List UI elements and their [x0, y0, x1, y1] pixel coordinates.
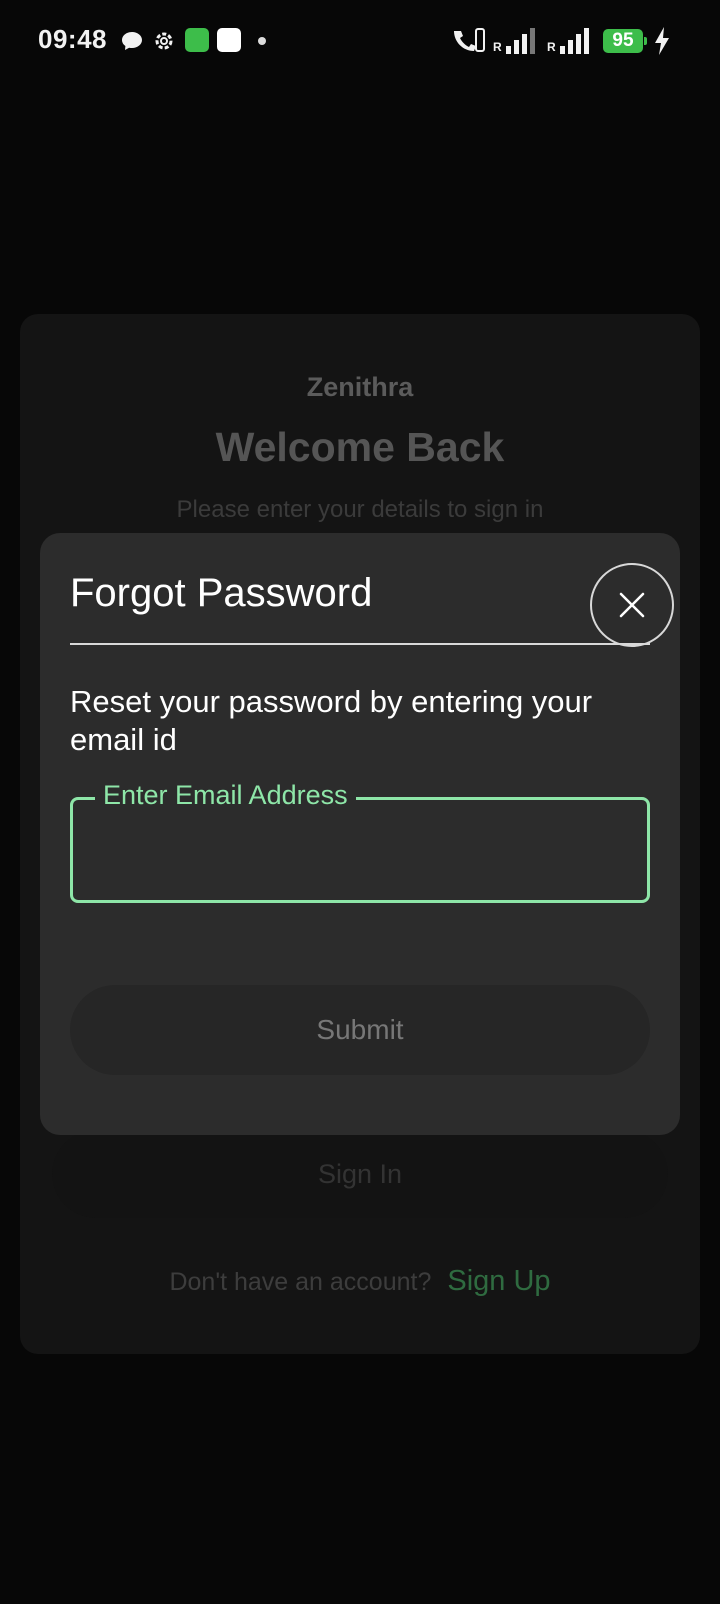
roaming-indicator: R	[493, 40, 502, 54]
close-button[interactable]	[590, 563, 674, 647]
close-icon	[619, 592, 645, 618]
dialog-title: Forgot Password	[70, 571, 373, 615]
battery-indicator: 95	[603, 29, 647, 53]
status-time: 09:48	[38, 24, 107, 54]
notification-dot	[258, 37, 266, 45]
dialog-divider	[70, 643, 650, 645]
wifi-calling-icon	[454, 28, 485, 52]
signup-question: Don't have an account?	[169, 1268, 432, 1296]
chat-icon	[122, 32, 142, 50]
status-bar: 09:48 R R 95	[0, 0, 720, 82]
email-input[interactable]	[87, 826, 631, 872]
screen: 09:48 R R 95 Zenithra Welcome Back Pleas…	[0, 0, 720, 1604]
email-field[interactable]: Enter Email Address	[70, 780, 650, 903]
submit-button[interactable]: Submit	[70, 985, 650, 1075]
charging-icon	[655, 27, 669, 55]
email-field-label: Enter Email Address	[95, 780, 356, 811]
signal-icon-2	[560, 28, 589, 54]
login-subtitle: Please enter your details to sign in	[176, 496, 544, 523]
signal-icon	[506, 28, 535, 54]
brand-name: Zenithra	[306, 372, 414, 402]
signup-row: Don't have an account? Sign Up	[0, 1265, 720, 1298]
settings-icon	[155, 32, 173, 50]
sign-up-link[interactable]: Sign Up	[447, 1265, 550, 1298]
sign-in-button[interactable]: Sign In	[52, 1130, 668, 1218]
dialog-description: Reset your password by entering your ema…	[70, 684, 593, 757]
roaming-indicator-2: R	[547, 40, 556, 54]
app-icon-2	[217, 28, 241, 52]
app-icon	[185, 28, 209, 52]
welcome-title: Welcome Back	[215, 424, 505, 470]
forgot-password-dialog: Forgot Password Reset your password by e…	[40, 533, 680, 1135]
